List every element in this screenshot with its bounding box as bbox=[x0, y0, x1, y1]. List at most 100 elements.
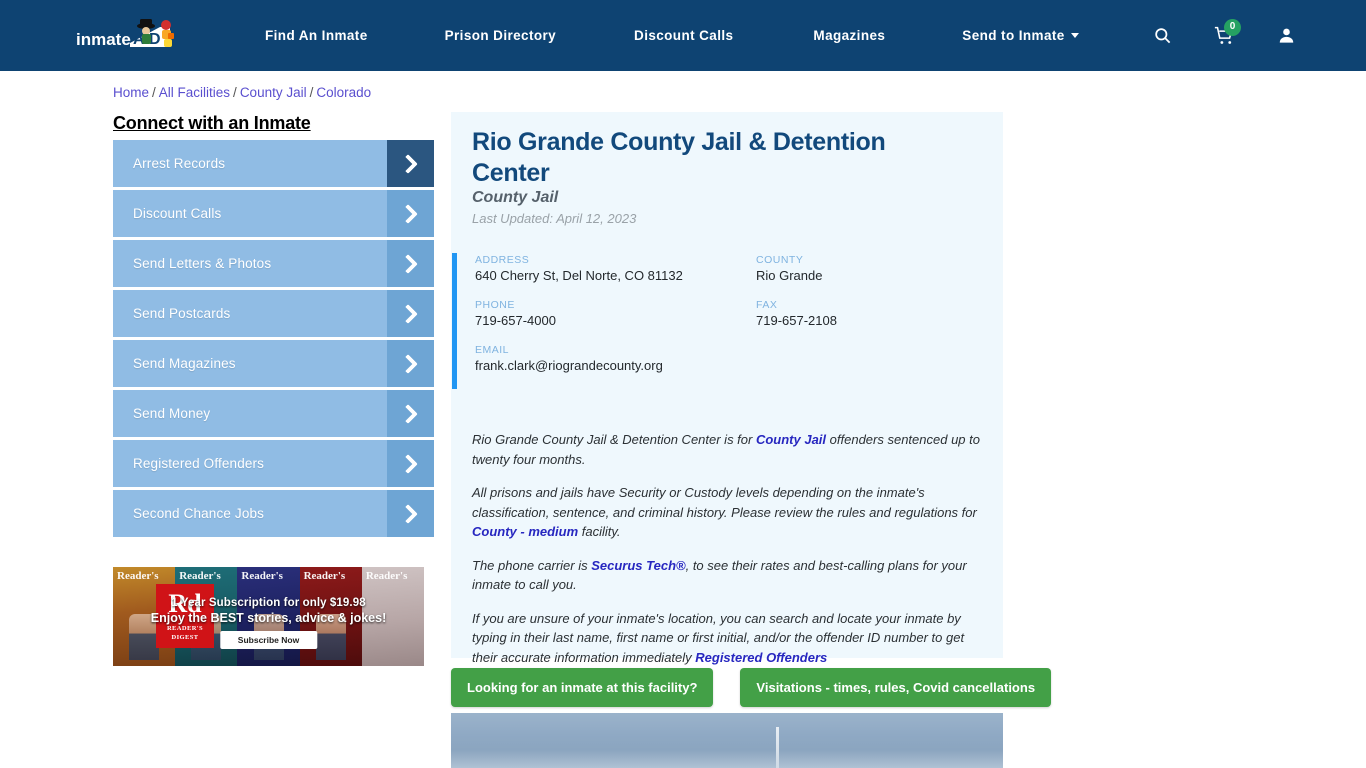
ad-brand-text: Reader's bbox=[365, 570, 408, 582]
p1-text-a: Rio Grande County Jail & Detention Cente… bbox=[472, 432, 756, 447]
ad-portrait bbox=[315, 614, 346, 660]
breadcrumb-separator: / bbox=[152, 85, 156, 100]
sidebar-menu: Arrest Records Discount Calls Send Lette… bbox=[113, 140, 434, 540]
p2-text-a: All prisons and jails have Security or C… bbox=[472, 485, 977, 520]
link-county-jail[interactable]: County Jail bbox=[756, 432, 826, 447]
address-value: 640 Cherry St, Del Norte, CO 81132 bbox=[475, 268, 683, 283]
facility-photo bbox=[451, 713, 1003, 768]
sidebar-item-label: Send Money bbox=[133, 406, 211, 421]
breadcrumb-item-county-jail[interactable]: County Jail bbox=[240, 85, 307, 100]
top-navigation-bar: inmate AID Find An Inmate Prison Directo… bbox=[0, 0, 1366, 71]
chevron-right-icon bbox=[387, 390, 434, 437]
nav-find-an-inmate[interactable]: Find An Inmate bbox=[265, 28, 368, 43]
chevron-right-icon bbox=[387, 340, 434, 387]
nav-send-to-inmate-dropdown[interactable]: Send to Inmate bbox=[962, 28, 1079, 43]
fax-value: 719-657-2108 bbox=[756, 313, 837, 328]
field-county: COUNTY Rio Grande bbox=[756, 253, 986, 285]
ad-cover-5: Reader's bbox=[361, 567, 424, 666]
description-paragraph-2: All prisons and jails have Security or C… bbox=[472, 483, 984, 542]
facility-contact-block: ADDRESS 640 Cherry St, Del Norte, CO 811… bbox=[452, 253, 1002, 389]
nav-discount-calls[interactable]: Discount Calls bbox=[634, 28, 733, 43]
ad-subscribe-button[interactable]: Subscribe Now bbox=[219, 631, 318, 649]
nav-prison-directory[interactable]: Prison Directory bbox=[445, 28, 556, 43]
breadcrumb-item-home[interactable]: Home bbox=[113, 85, 149, 100]
sidebar-item-label: Send Letters & Photos bbox=[133, 256, 272, 271]
ad-logo-mark: Rd bbox=[168, 589, 202, 618]
ad-logo-sub-2: DIGEST bbox=[171, 634, 199, 641]
accent-bar bbox=[452, 253, 457, 389]
chevron-down-icon bbox=[1070, 32, 1079, 38]
nav-icon-group: 0 bbox=[1144, 0, 1366, 71]
user-account-icon[interactable] bbox=[1268, 18, 1304, 54]
description-paragraph-3: The phone carrier is Securus Tech®, to s… bbox=[472, 556, 984, 595]
sidebar-heading: Connect with an Inmate bbox=[113, 113, 311, 133]
sidebar-item-send-money[interactable]: Send Money bbox=[113, 390, 434, 437]
field-phone: PHONE 719-657-4000 bbox=[475, 298, 735, 330]
field-email: EMAIL frank.clark@riograndecounty.org bbox=[475, 343, 735, 375]
email-value[interactable]: frank.clark@riograndecounty.org bbox=[475, 357, 735, 375]
link-securus-tech[interactable]: Securus Tech® bbox=[591, 558, 685, 573]
sidebar-item-send-magazines[interactable]: Send Magazines bbox=[113, 340, 434, 387]
sidebar-item-second-chance-jobs[interactable]: Second Chance Jobs bbox=[113, 490, 434, 537]
sidebar-item-discount-calls[interactable]: Discount Calls bbox=[113, 190, 434, 237]
chevron-right-icon bbox=[387, 490, 434, 537]
chevron-right-icon bbox=[387, 190, 434, 237]
sidebar-item-send-postcards[interactable]: Send Postcards bbox=[113, 290, 434, 337]
primary-nav-links: Find An Inmate Prison Directory Discount… bbox=[265, 0, 1079, 71]
link-county-medium[interactable]: County - medium bbox=[472, 524, 578, 539]
sidebar-item-label: Send Postcards bbox=[133, 306, 231, 321]
sidebar-item-send-letters-photos[interactable]: Send Letters & Photos bbox=[113, 240, 434, 287]
county-label: COUNTY bbox=[756, 254, 804, 266]
user-glyph bbox=[1279, 28, 1293, 43]
site-logo[interactable]: inmate AID bbox=[74, 17, 192, 57]
chevron-right-icon bbox=[387, 440, 434, 487]
chevron-right-icon bbox=[387, 240, 434, 287]
shopping-cart-icon[interactable]: 0 bbox=[1206, 18, 1242, 54]
contact-column-left: ADDRESS 640 Cherry St, Del Norte, CO 811… bbox=[475, 253, 735, 375]
facility-description: Rio Grande County Jail & Detention Cente… bbox=[472, 417, 984, 667]
sidebar-item-label: Discount Calls bbox=[133, 206, 222, 221]
sidebar-item-label: Registered Offenders bbox=[133, 456, 265, 471]
ad-cover-4: Reader's bbox=[299, 567, 362, 666]
phone-value[interactable]: 719-657-4000 bbox=[475, 312, 735, 330]
ad-brand-text: Reader's bbox=[241, 570, 283, 582]
page-title: Rio Grande County Jail & Detention Cente… bbox=[472, 128, 886, 187]
cart-count-badge: 0 bbox=[1224, 18, 1241, 36]
breadcrumb-item-colorado[interactable]: Colorado bbox=[316, 85, 371, 100]
readers-digest-logo: Rd READER'S DIGEST bbox=[156, 584, 214, 648]
chevron-right-icon bbox=[387, 290, 434, 337]
ad-brand-text: Reader's bbox=[179, 570, 221, 582]
breadcrumb-separator: / bbox=[233, 85, 237, 100]
field-address: ADDRESS 640 Cherry St, Del Norte, CO 811… bbox=[475, 253, 735, 285]
chevron-right-icon bbox=[387, 140, 434, 187]
description-paragraph-1: Rio Grande County Jail & Detention Cente… bbox=[472, 430, 984, 469]
inmateaid-logo-icon: inmate AID bbox=[76, 19, 174, 49]
advertisement-banner[interactable]: Reader's Reader's Reader's Reader's Read… bbox=[113, 567, 424, 666]
nav-send-to-inmate-label: Send to Inmate bbox=[962, 28, 1065, 43]
breadcrumb-separator: / bbox=[309, 85, 314, 100]
email-label: EMAIL bbox=[475, 344, 510, 356]
p2-text-b: facility. bbox=[578, 524, 621, 539]
ad-portrait bbox=[129, 614, 160, 660]
search-inmate-button[interactable]: Looking for an inmate at this facility? bbox=[451, 668, 714, 707]
link-registered-offenders[interactable]: Registered Offenders bbox=[695, 650, 827, 665]
breadcrumb-item-all-facilities[interactable]: All Facilities bbox=[159, 85, 230, 100]
description-paragraph-4: If you are unsure of your inmate's locat… bbox=[472, 609, 984, 668]
p3-text-a: The phone carrier is bbox=[472, 557, 592, 573]
breadcrumb: Home / All Facilities / County Jail / Colorado bbox=[113, 85, 371, 100]
sidebar-item-arrest-records[interactable]: Arrest Records bbox=[113, 140, 434, 187]
county-value: Rio Grande bbox=[756, 268, 823, 283]
phone-label: PHONE bbox=[475, 299, 515, 311]
contact-column-right: COUNTY Rio Grande FAX 719-657-2108 bbox=[756, 253, 986, 330]
visitations-button[interactable]: Visitations - times, rules, Covid cancel… bbox=[740, 668, 1052, 707]
last-updated-text: Last Updated: April 12, 2023 bbox=[472, 211, 637, 226]
ad-brand-text: Reader's bbox=[117, 570, 159, 582]
sidebar-item-registered-offenders[interactable]: Registered Offenders bbox=[113, 440, 434, 487]
search-icon[interactable] bbox=[1144, 18, 1180, 54]
facility-action-buttons: Looking for an inmate at this facility? … bbox=[451, 668, 1052, 707]
svg-text:inmate: inmate bbox=[76, 30, 131, 49]
facility-type: County Jail bbox=[472, 189, 559, 206]
ad-logo-sub-1: READER'S bbox=[166, 625, 204, 632]
ad-brand-text: Reader's bbox=[303, 570, 346, 582]
nav-magazines[interactable]: Magazines bbox=[813, 28, 885, 43]
